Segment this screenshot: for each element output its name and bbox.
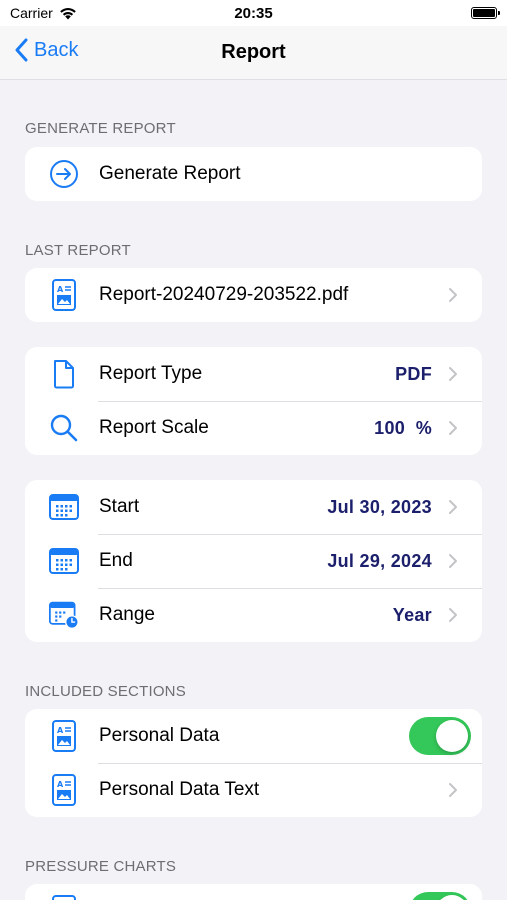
personal-data-row: A Personal Data xyxy=(25,709,482,763)
calendar-icon xyxy=(49,492,79,522)
end-value: Jul 29, 2024 xyxy=(327,550,432,571)
calendar-icon xyxy=(49,546,79,576)
end-label: End xyxy=(99,550,133,571)
battery-icon xyxy=(471,7,500,19)
svg-text:A: A xyxy=(57,285,64,294)
personal-data-text-label: Personal Data Text xyxy=(99,779,260,800)
group-pressure-charts xyxy=(25,884,482,900)
report-scale-label: Report Scale xyxy=(99,417,209,438)
start-value: Jul 30, 2023 xyxy=(327,496,432,517)
chevron-right-icon xyxy=(449,783,457,797)
group-included-sections: A Personal Data A Personal Data Text xyxy=(25,709,482,817)
section-header-generate: GENERATE REPORT xyxy=(25,120,176,137)
status-bar: Carrier xyxy=(0,0,507,26)
generate-report-button[interactable]: Generate Report xyxy=(25,147,482,201)
chevron-right-icon xyxy=(449,500,457,514)
report-type-row[interactable]: Report Type PDF xyxy=(25,347,482,401)
document-icon xyxy=(49,359,79,389)
group-date-range: Start Jul 30, 2023 End Jul 29, 2024 Rang… xyxy=(25,480,482,642)
svg-text:A: A xyxy=(57,726,64,735)
personal-data-label: Personal Data xyxy=(99,725,220,746)
group-report-settings: Report Type PDF Report Scale 100 % xyxy=(25,347,482,455)
group-last-report: A Report-20240729-203522.pdf xyxy=(25,268,482,322)
document-image-icon: A xyxy=(49,720,79,752)
range-row[interactable]: Range Year xyxy=(25,588,482,642)
report-scale-row[interactable]: Report Scale 100 % xyxy=(25,401,482,455)
chevron-right-icon xyxy=(449,367,457,381)
navigation-bar: Back Report xyxy=(0,26,507,80)
document-image-icon: A xyxy=(49,774,79,806)
last-report-row[interactable]: A Report-20240729-203522.pdf xyxy=(25,268,482,322)
report-type-label: Report Type xyxy=(99,363,203,384)
document-image-icon: A xyxy=(49,279,79,311)
personal-data-toggle[interactable] xyxy=(409,717,471,755)
chevron-right-icon xyxy=(449,288,457,302)
status-left: Carrier xyxy=(10,5,77,21)
wifi-icon xyxy=(59,7,76,19)
report-scale-value: 100 % xyxy=(374,417,432,438)
section-header-pressure-charts: PRESSURE CHARTS xyxy=(25,858,177,875)
settings-list: GENERATE REPORT Generate Report LAST REP… xyxy=(0,80,507,900)
pressure-chart-toggle[interactable] xyxy=(409,892,471,900)
calendar-clock-icon xyxy=(49,600,79,630)
section-header-last-report: LAST REPORT xyxy=(25,242,131,259)
chevron-right-icon xyxy=(449,554,457,568)
document-image-icon xyxy=(49,895,79,900)
last-report-filename: Report-20240729-203522.pdf xyxy=(99,284,349,305)
back-button[interactable]: Back xyxy=(14,38,78,62)
group-generate: Generate Report xyxy=(25,147,482,201)
arrow-right-circle-icon xyxy=(49,159,79,189)
range-label: Range xyxy=(99,604,155,625)
end-date-row[interactable]: End Jul 29, 2024 xyxy=(25,534,482,588)
generate-report-label: Generate Report xyxy=(99,163,241,184)
chevron-left-icon xyxy=(15,38,28,62)
report-type-value: PDF xyxy=(395,363,432,384)
magnifying-glass-icon xyxy=(49,413,79,443)
chevron-right-icon xyxy=(449,608,457,622)
back-button-label: Back xyxy=(34,38,79,61)
range-value: Year xyxy=(392,604,432,625)
carrier-label: Carrier xyxy=(10,5,53,21)
chevron-right-icon xyxy=(449,421,457,435)
section-header-included: INCLUDED SECTIONS xyxy=(25,683,186,700)
svg-text:A: A xyxy=(57,780,64,789)
personal-data-text-row[interactable]: A Personal Data Text xyxy=(25,763,482,817)
start-label: Start xyxy=(99,496,140,517)
pressure-chart-row xyxy=(25,884,482,900)
start-date-row[interactable]: Start Jul 30, 2023 xyxy=(25,480,482,534)
